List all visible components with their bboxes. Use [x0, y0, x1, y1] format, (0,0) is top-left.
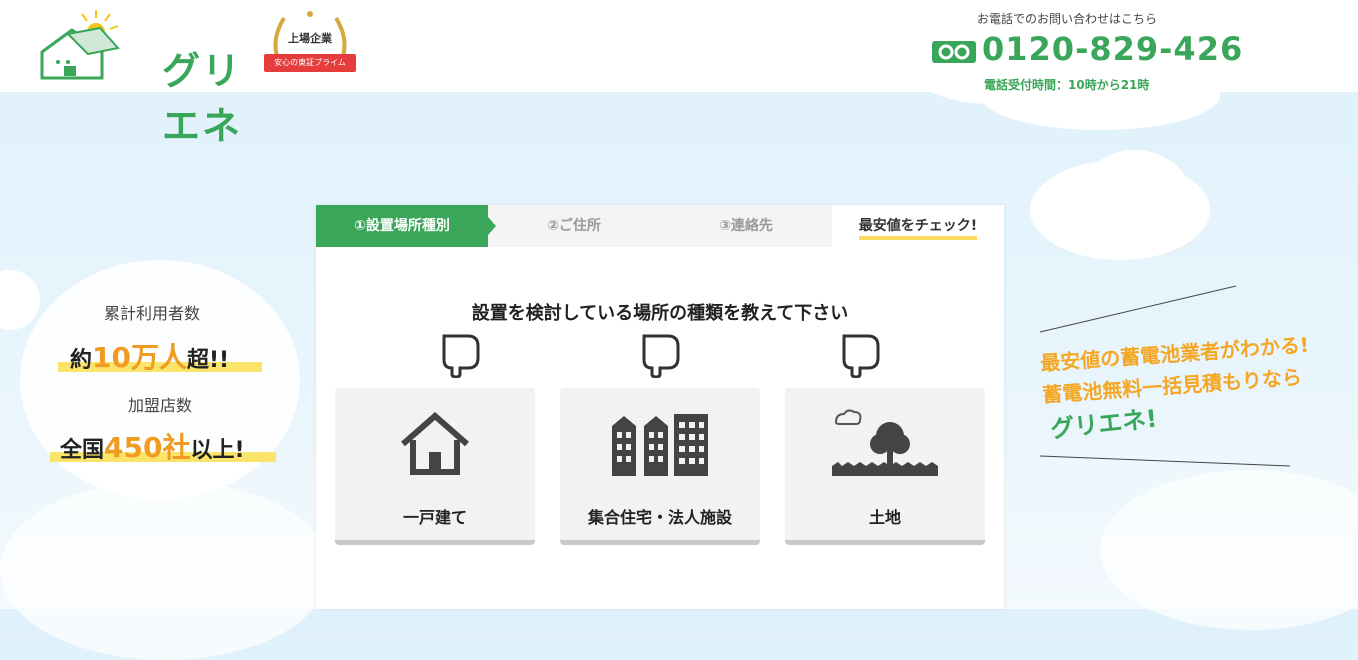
land-tree-icon: [832, 409, 938, 476]
logo-text: グリエネ: [162, 49, 243, 148]
cloud-decoration: [0, 270, 40, 330]
promo-block: 最安値の蓄電池業者がわかる! 蓄電池無料一括見積もりなら グリエネ!: [1030, 280, 1350, 480]
cloud-decoration: [1080, 150, 1190, 240]
pointing-hand-icon: [442, 334, 480, 378]
shops-prefix: 全国: [60, 438, 105, 463]
choice-apartment-label: 集合住宅・法人施設: [587, 508, 732, 527]
shops-value: 450社: [104, 431, 191, 464]
phone-label: お電話でのお問い合わせはこちら: [977, 12, 1158, 26]
cloud-decoration: [980, 60, 1220, 130]
choice-land-button[interactable]: 土地: [785, 388, 985, 545]
logo[interactable]: グリエネ: [38, 8, 268, 148]
users-label: 累計利用者数: [104, 304, 201, 323]
badge-ribbon: 安心の東証プライム: [264, 54, 356, 72]
step-check-price: 最安値をチェック!: [832, 205, 1004, 247]
house-solar-logo-icon: [40, 10, 120, 80]
apartment-building-icon: [612, 414, 708, 476]
choice-land-label: 土地: [868, 508, 901, 527]
step-address: ②ご住所: [547, 218, 601, 234]
cloud-decoration: [0, 480, 330, 660]
phone-hours: 電話受付時間：10時から21時: [984, 78, 1150, 92]
question-text: 設置を検討している場所の種類を教えて下さい: [471, 303, 849, 324]
freedial-icon: [932, 41, 976, 63]
step-contact: ③連絡先: [719, 218, 773, 234]
users-prefix: 約: [70, 348, 93, 373]
step-indicator: ①設置場所種別 ②ご住所 ③連絡先 最安値をチェック!: [316, 205, 1004, 247]
house-icon: [401, 412, 469, 475]
cloud-decoration: [1100, 470, 1358, 630]
listed-company-badge: 上場企業 安心の東証プライム: [262, 8, 358, 86]
shops-label: 加盟店数: [128, 396, 193, 415]
users-count: 約10万人超!!: [70, 336, 229, 376]
shops-count: 全国450社以上!: [60, 426, 245, 466]
choice-detached-house-button[interactable]: 一戸建て: [335, 388, 535, 545]
shops-suffix: 以上!: [190, 438, 245, 463]
users-suffix: 超!!: [186, 348, 230, 373]
users-value: 10万人: [92, 341, 187, 374]
form-panel: ①設置場所種別 ②ご住所 ③連絡先 最安値をチェック! 設置を検討している場所の…: [316, 205, 1004, 609]
step-location-type: ①設置場所種別: [316, 205, 488, 247]
phone-number-link[interactable]: 0120-829-426: [982, 30, 1243, 68]
pointing-hand-icon: [642, 334, 680, 378]
choice-detached-house-label: 一戸建て: [402, 508, 467, 527]
pointing-hand-icon: [842, 334, 880, 378]
badge-title: 上場企業: [288, 32, 332, 45]
laurel-icon: [273, 11, 347, 70]
step-check-price-label: 最安値をチェック!: [858, 218, 978, 240]
choice-apartment-button[interactable]: 集合住宅・法人施設: [560, 388, 760, 545]
